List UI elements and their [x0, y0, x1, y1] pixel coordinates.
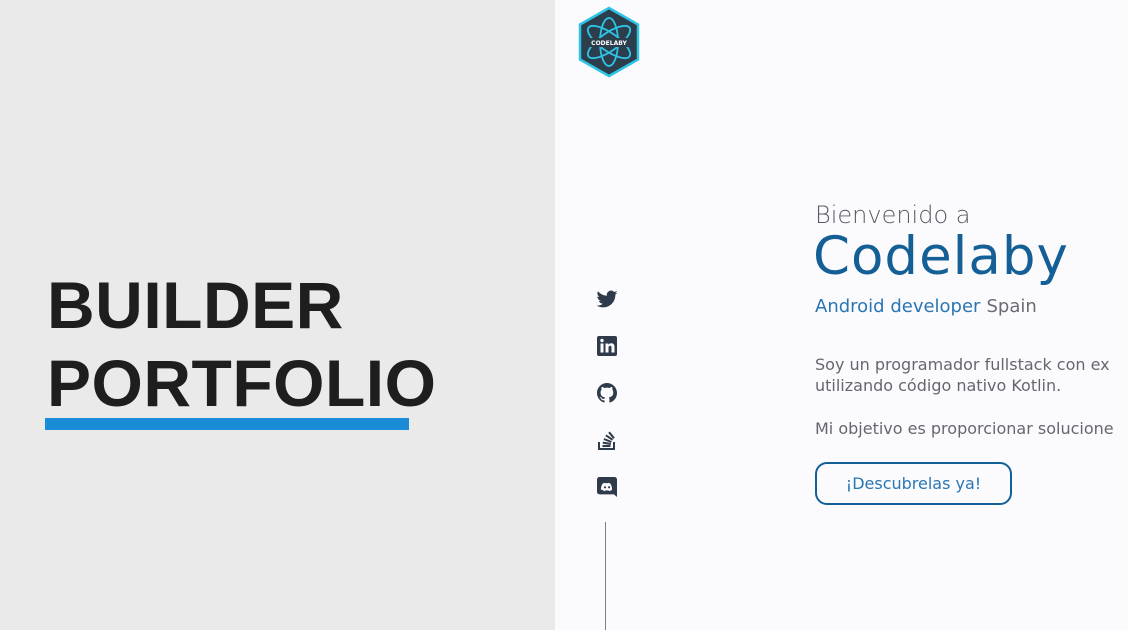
description-line1: Soy un programador fullstack con ex [815, 355, 1110, 374]
discover-button[interactable]: ¡Descubrelas ya! [815, 462, 1012, 505]
social-links [595, 287, 619, 522]
social-divider-line [605, 522, 606, 630]
banner-title-line1: BUILDER [47, 268, 344, 342]
twitter-icon[interactable] [595, 287, 619, 311]
description-line2: utilizando código nativo Kotlin. [815, 376, 1062, 395]
location-text: Spain [986, 296, 1037, 317]
goal-text: Mi objetivo es proporcionar solucione [815, 419, 1114, 438]
banner-panel: BUILDER PORTFOLIO [0, 0, 555, 630]
welcome-text: Bienvenido a [815, 201, 971, 229]
codelaby-logo[interactable]: CODELABY [577, 6, 641, 78]
discord-icon[interactable] [595, 475, 619, 499]
linkedin-icon[interactable] [595, 334, 619, 358]
stackoverflow-icon[interactable] [595, 428, 619, 452]
banner-title-line2: PORTFOLIO [47, 346, 437, 420]
role-text: Android developer [815, 296, 981, 317]
portfolio-preview: CODELABY Bienvenido a Codelaby Android d… [555, 0, 1128, 630]
brand-name: Codelaby [813, 226, 1069, 287]
description: Soy un programador fullstack con ex util… [815, 354, 1110, 396]
banner-title: BUILDER PORTFOLIO [47, 266, 436, 422]
title-underline [45, 418, 409, 430]
github-icon[interactable] [595, 381, 619, 405]
logo-text: CODELABY [591, 40, 627, 47]
role-line: Android developer Spain [815, 296, 1037, 317]
